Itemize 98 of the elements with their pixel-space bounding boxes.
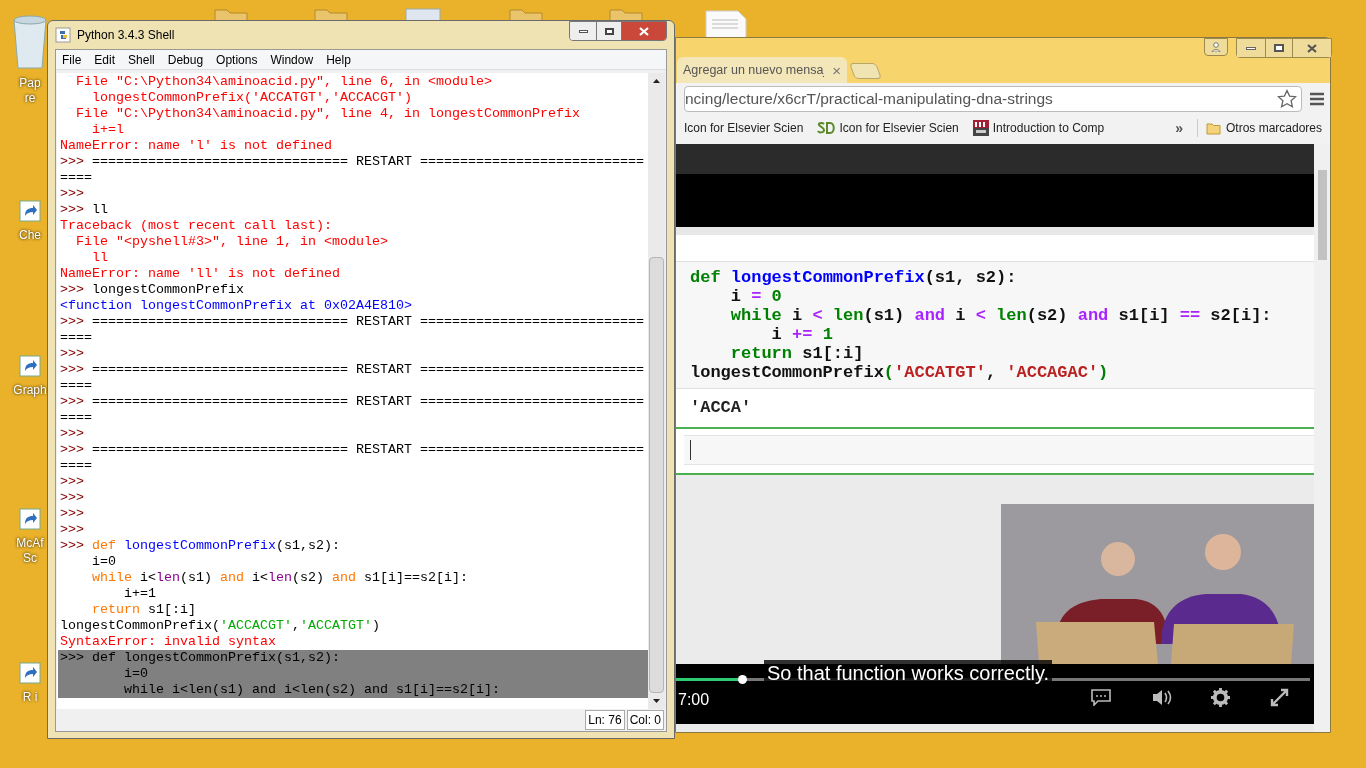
sd-logo-icon <box>817 121 836 135</box>
time-display: 7:00 <box>678 690 710 710</box>
more-bookmarks-button[interactable]: » <box>1175 117 1183 139</box>
volume-icon[interactable] <box>1152 689 1172 706</box>
shell-line: ==== <box>59 170 93 186</box>
captions-icon[interactable] <box>1090 689 1112 706</box>
maximize-button[interactable] <box>596 22 622 40</box>
scrollbar[interactable] <box>648 73 665 709</box>
shell-line: >>> <box>59 522 85 538</box>
code-cell[interactable]: def longestCommonPrefix(s1, s2): i = 0 while i < len(s1) and i < len(s2) and s1[i] == s2[i]: i += 1 return s1[:i] longestCommonPrefix('ACCATGT', 'ACCAGAC') <box>676 261 1314 389</box>
person-icon <box>1211 42 1221 52</box>
menu-item[interactable]: Options <box>216 50 258 69</box>
folder-icon <box>1205 121 1221 135</box>
close-icon <box>1307 43 1317 53</box>
code-line: i += 1 <box>770 325 834 344</box>
minimize-button[interactable] <box>570 22 596 40</box>
icon-label: Pap re <box>19 76 41 106</box>
shell-line: >>> ================================ RESTART ============================ <box>59 362 645 378</box>
shell-line: File "C:\Python34\aminoacid.py", line 4, in longestCommonPrefix <box>75 106 581 122</box>
shell-line: >>> <box>59 426 85 442</box>
shell-line: while i<len(s1) and i<len(s2) and s1[i]==s2[i]: <box>91 570 469 586</box>
shell-line: i+=1 <box>123 586 157 602</box>
menu-icon[interactable] <box>1310 92 1324 106</box>
shell-line: >>> <box>59 346 85 362</box>
scrollbar-thumb[interactable] <box>1317 170 1327 260</box>
shell-line: >>> def longestCommonPrefix(s1,s2): <box>59 538 341 554</box>
seek-handle[interactable] <box>738 675 748 684</box>
menu-item[interactable]: Edit <box>94 50 116 69</box>
shell-line: NameError: name 'l' is not defined <box>59 138 333 154</box>
shell-line: ll <box>91 250 109 266</box>
icon-label: McAf Sc <box>16 536 44 566</box>
shell-line: ==== <box>59 410 93 426</box>
scrollbar-thumb[interactable] <box>649 257 664 693</box>
document-icon[interactable] <box>704 10 748 38</box>
close-button[interactable] <box>622 22 666 40</box>
icon-label: Graph <box>13 383 47 398</box>
cell-output: 'ACCA' <box>690 397 752 420</box>
settings-icon[interactable] <box>1211 688 1230 707</box>
maximize-button[interactable] <box>1265 39 1293 57</box>
menu-item[interactable]: Debug <box>167 50 204 69</box>
shell-line: i=0 <box>91 554 117 570</box>
menu-item[interactable]: Window <box>270 50 314 69</box>
shell-line: >>> <box>59 490 85 506</box>
code-line: return s1[:i] <box>729 344 865 363</box>
input-cell[interactable] <box>684 435 1314 465</box>
bookmark[interactable]: Icon for Elsevier Scien <box>684 119 804 137</box>
close-tab-button[interactable]: × <box>832 62 841 78</box>
shell-line: longestCommonPrefix('ACCATGT','ACCACGT') <box>91 90 413 106</box>
shortcut-icon[interactable] <box>19 200 41 222</box>
shortcut-icon[interactable] <box>19 508 41 530</box>
shell-line: return s1[:i] <box>91 602 197 618</box>
bookmark[interactable]: Introduction to Comp <box>972 119 1105 137</box>
shell-line: longestCommonPrefix('ACCACGT','ACCATGT') <box>59 618 381 634</box>
shell-line: ==== <box>59 330 93 346</box>
address-bar[interactable]: ncing/lecture/x6crT/practical-manipulating-dna-strings <box>684 86 1302 112</box>
course-logo-icon <box>972 120 989 136</box>
icon-label: Che <box>19 228 41 243</box>
shell-line: i+=l <box>91 122 125 138</box>
code-line: while i < len(s1) and i < len(s2) and s1[i] == s2[i]: <box>729 306 1273 325</box>
shortcut-icon[interactable] <box>19 355 41 377</box>
shell-line: File "C:\Python34\aminoacid.py", line 6, in <module> <box>75 74 493 90</box>
window-title: Python 3.4.3 Shell <box>77 27 175 44</box>
icon-label: R i <box>22 690 38 705</box>
close-button[interactable] <box>1293 39 1331 57</box>
menu-item[interactable]: Shell <box>128 50 155 69</box>
code-line: longestCommonPrefix('ACCATGT', 'ACCAGAC') <box>690 363 1110 382</box>
shell-line: >>> ================================ RESTART ============================ <box>59 442 645 458</box>
shell-line: >>> ================================ RESTART ============================ <box>59 394 645 410</box>
shell-line: >>> ================================ RESTART ============================ <box>59 154 645 170</box>
shell-line: NameError: name 'll' is not defined <box>59 266 341 282</box>
menu-item[interactable]: Help <box>326 50 351 69</box>
video-caption: So that function works correctly. <box>764 660 1052 686</box>
shortcut-icon[interactable] <box>19 662 41 684</box>
shell-line: <function longestCommonPrefix at 0x02A4E810> <box>59 298 413 314</box>
menu-item[interactable]: File <box>62 50 82 69</box>
shell-line: >>> longestCommonPrefix <box>59 282 245 298</box>
code-line: def longestCommonPrefix(s1, s2): <box>690 268 1018 287</box>
code-line: i = 0 <box>729 287 783 306</box>
shell-line: SyntaxError: invalid syntax <box>59 634 277 650</box>
shell-line: >>> <box>59 506 85 522</box>
star-icon[interactable] <box>1277 89 1297 109</box>
shell-line: >>> <box>59 474 85 490</box>
shell-line: File "<pyshell#3>", line 1, in <module> <box>75 234 389 250</box>
line-number-status: Ln: 76 <box>585 710 625 730</box>
shell-line: >>> ll <box>59 202 109 218</box>
shell-line: ==== <box>59 378 93 394</box>
shell-line: >>> <box>59 186 85 202</box>
shell-line: >>> ================================ RESTART ============================ <box>59 314 645 330</box>
python-icon <box>55 27 71 43</box>
fullscreen-icon[interactable] <box>1270 688 1289 707</box>
other-bookmarks-button[interactable]: Otros marcadores <box>1196 119 1322 137</box>
bookmark[interactable]: Icon for Elsevier Scien <box>817 119 959 137</box>
column-number-status: Col: 0 <box>626 710 664 730</box>
shell-line: Traceback (most recent call last): <box>59 218 333 234</box>
close-icon <box>639 26 649 36</box>
recycle-bin-icon[interactable] <box>11 14 49 70</box>
minimize-button[interactable] <box>1237 39 1265 57</box>
shell-line: ==== <box>59 458 93 474</box>
